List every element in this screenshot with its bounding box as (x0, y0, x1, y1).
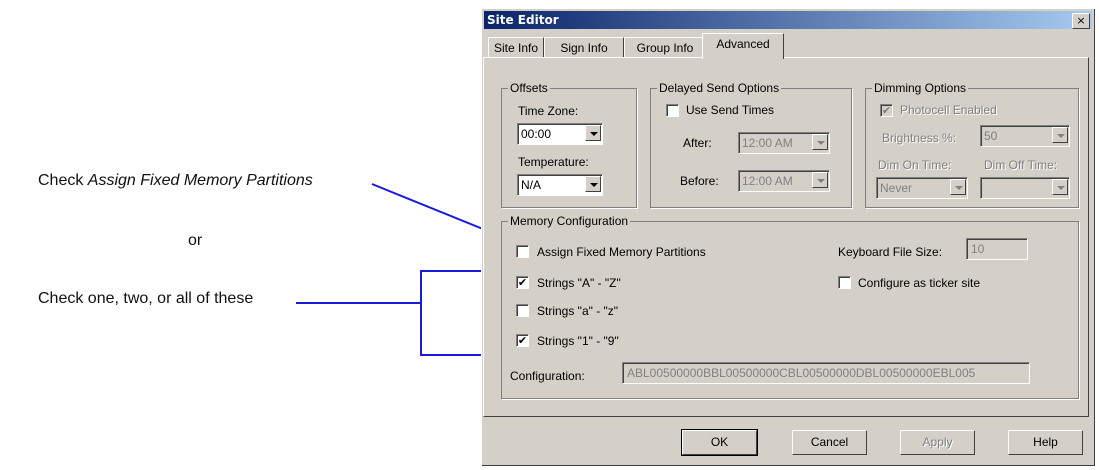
tab-advanced[interactable]: Advanced (702, 33, 784, 59)
after-time-select[interactable]: 12:00 AM (738, 132, 830, 154)
dimming-title: Dimming Options (872, 81, 969, 95)
configuration-label: Configuration: (510, 369, 585, 383)
close-button[interactable]: × (1072, 13, 1090, 29)
chevron-down-icon[interactable] (585, 125, 601, 141)
ticker-site-checkbox[interactable] (838, 276, 851, 289)
dim-on-value: Never (880, 181, 913, 195)
temperature-label: Temperature: (518, 155, 589, 169)
time-zone-label: Time Zone: (518, 104, 579, 118)
window-title: Site Editor (487, 13, 559, 27)
tab-site-info[interactable]: Site Info (488, 37, 544, 58)
temperature-value: N/A (521, 178, 542, 192)
cancel-button[interactable]: Cancel (792, 430, 867, 455)
memory-config-title: Memory Configuration (508, 214, 631, 228)
chevron-down-icon[interactable] (812, 172, 828, 188)
chevron-down-icon[interactable] (1052, 179, 1068, 195)
ok-button[interactable]: OK (681, 429, 758, 456)
configuration-value: ABL00500000BBL00500000CBL00500000DBL0050… (627, 366, 976, 380)
tab-label: Sign Info (560, 41, 608, 55)
brightness-select[interactable]: 50 (980, 125, 1070, 147)
chevron-down-icon[interactable] (812, 134, 828, 150)
dim-on-select[interactable]: Never (876, 177, 968, 199)
dim-off-label: Dim Off Time: (984, 158, 1058, 172)
tab-sign-info[interactable]: Sign Info (544, 37, 624, 58)
keyboard-file-size-value: 10 (971, 242, 985, 256)
chevron-down-icon[interactable] (950, 179, 966, 195)
title-bar[interactable]: Site Editor × (484, 11, 1092, 29)
apply-button[interactable]: Apply (900, 430, 975, 455)
dim-off-select[interactable] (980, 177, 1070, 199)
check-icon: ✔ (517, 334, 528, 347)
assign-fixed-checkbox[interactable] (516, 245, 529, 258)
strings-lower-label: Strings "a" - "z" (537, 304, 619, 318)
tab-label: Site Info (493, 41, 539, 55)
delayed-send-title: Delayed Send Options (657, 81, 782, 95)
keyboard-file-size-label: Keyboard File Size: (838, 245, 943, 259)
use-send-times-label: Use Send Times (686, 103, 775, 117)
check-icon: ✔ (881, 104, 892, 117)
chevron-down-icon[interactable] (585, 176, 601, 192)
close-icon: × (1076, 14, 1086, 27)
strings-lower-checkbox[interactable] (516, 304, 529, 317)
strings-upper-checkbox[interactable]: ✔ (516, 276, 529, 289)
tab-group-info[interactable]: Group Info (624, 37, 706, 58)
time-zone-select[interactable]: 00:00 (517, 123, 603, 145)
configuration-field[interactable]: ABL00500000BBL00500000CBL00500000DBL0050… (622, 362, 1030, 384)
brightness-label: Brightness %: (882, 131, 957, 145)
before-time-value: 12:00 AM (742, 174, 793, 188)
strings-digits-label: Strings "1" - "9" (537, 334, 619, 348)
before-label: Before: (680, 174, 719, 188)
ticker-site-label: Configure as ticker site (858, 276, 981, 290)
photocell-checkbox[interactable]: ✔ (880, 104, 893, 117)
tab-label: Group Info (636, 41, 694, 55)
tab-label: Advanced (716, 37, 770, 51)
offsets-title: Offsets (508, 81, 550, 95)
before-time-select[interactable]: 12:00 AM (738, 170, 830, 192)
check-icon: ✔ (517, 276, 528, 289)
keyboard-file-size-field[interactable]: 10 (966, 238, 1028, 260)
dim-on-label: Dim On Time: (878, 158, 952, 172)
time-zone-value: 00:00 (521, 127, 552, 141)
help-button[interactable]: Help (1008, 430, 1083, 455)
temperature-select[interactable]: N/A (517, 174, 603, 196)
chevron-down-icon[interactable] (1052, 127, 1068, 143)
after-label: After: (683, 136, 712, 150)
assign-fixed-label: Assign Fixed Memory Partitions (537, 245, 706, 259)
brightness-value: 50 (984, 129, 998, 143)
strings-digits-checkbox[interactable]: ✔ (516, 334, 529, 347)
after-time-value: 12:00 AM (742, 136, 793, 150)
use-send-times-checkbox[interactable] (666, 104, 679, 117)
strings-upper-label: Strings "A" - "Z" (537, 276, 621, 290)
photocell-label: Photocell Enabled (900, 103, 997, 117)
